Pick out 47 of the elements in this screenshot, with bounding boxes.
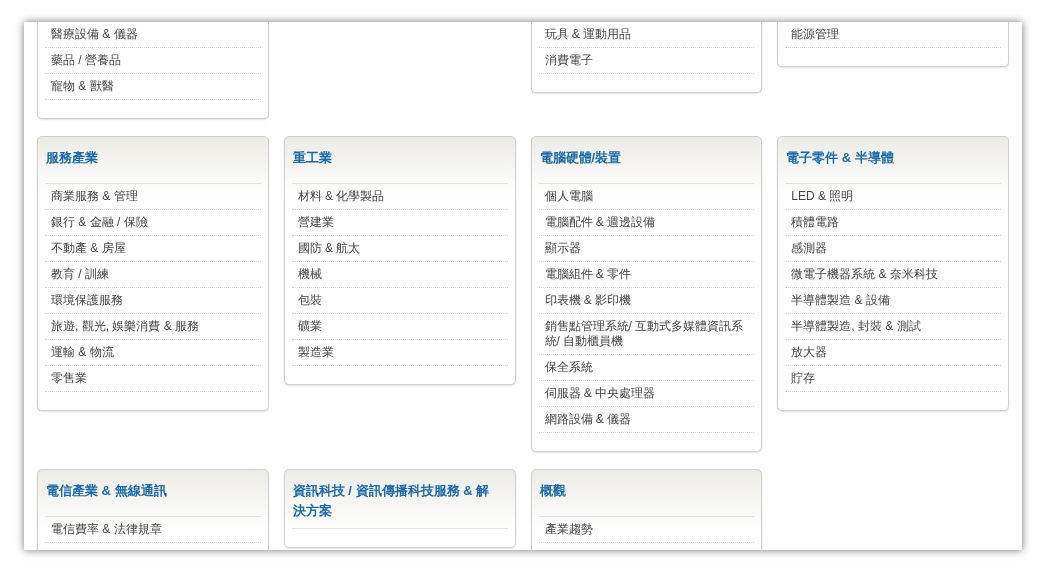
category-link[interactable]: 積體電路 xyxy=(791,215,840,230)
category-link[interactable]: 顯示器 xyxy=(544,241,581,256)
category-link[interactable]: 玩具 & 運動用品 xyxy=(544,27,632,42)
category-title[interactable]: 服務產業 xyxy=(46,148,245,168)
category-link[interactable]: 環境保護服務 xyxy=(51,293,123,308)
category-link[interactable]: 電信費率 & 法律規章 xyxy=(51,522,162,537)
category-link[interactable]: 消費電子 xyxy=(544,53,593,68)
category-link[interactable]: 銷售點管理系統/ 互動式多媒體資訊系統/ 自動櫃員機 xyxy=(544,319,749,349)
category-link[interactable]: 材料 & 化學製品 xyxy=(297,189,385,204)
category-title[interactable]: 資訊科技 / 資訊傳播科技服務 & 解決方案 xyxy=(292,481,492,521)
category-link[interactable]: 保全系統 xyxy=(544,360,593,375)
category-title[interactable]: 電子零件 & 半導體 xyxy=(786,148,985,168)
category-title[interactable]: 電腦硬體/裝置 xyxy=(539,148,739,168)
category-link[interactable]: 半導體製造 & 設備 xyxy=(791,293,890,308)
category-link[interactable]: 電腦配件 & 週邊設備 xyxy=(544,215,656,230)
category-link[interactable]: 醫療設備 & 儀器 xyxy=(51,27,138,42)
category-link[interactable]: 個人電腦 xyxy=(544,189,593,204)
category-link[interactable]: 網路設備 & 儀器 xyxy=(544,412,632,427)
category-link[interactable]: 伺服器 & 中央處理器 xyxy=(544,386,656,401)
category-link[interactable]: 教育 / 訓練 xyxy=(51,267,109,282)
category-link[interactable]: 製造業 xyxy=(297,345,334,360)
category-link[interactable]: 零售業 xyxy=(51,371,87,386)
category-link[interactable]: 產業趨勢 xyxy=(544,522,593,537)
category-link[interactable]: 藥品 / 營養品 xyxy=(51,53,121,68)
category-link[interactable]: 貯存 xyxy=(791,371,816,386)
category-link[interactable]: 能源管理 xyxy=(791,27,840,42)
category-link[interactable]: 包裝 xyxy=(297,293,322,308)
category-link[interactable]: 國防 & 航太 xyxy=(297,241,361,256)
category-link[interactable]: 微電子機器系統 & 奈米科技 xyxy=(791,267,938,282)
category-link[interactable]: 旅遊, 觀光, 娛樂消費 & 服務 xyxy=(51,319,199,334)
category-link[interactable]: 礦業 xyxy=(297,319,322,334)
category-link[interactable]: 電腦組件 & 零件 xyxy=(544,267,632,282)
category-link[interactable]: 銀行 & 金融 / 保險 xyxy=(51,215,148,230)
category-link[interactable]: 商業服務 & 管理 xyxy=(51,189,138,204)
category-title[interactable]: 電信產業 & 無線通訊 xyxy=(46,481,245,501)
category-link[interactable]: 不動產 & 房屋 xyxy=(51,241,126,256)
category-link[interactable]: 營建業 xyxy=(297,215,334,230)
category-link[interactable]: 感測器 xyxy=(791,241,828,256)
category-link[interactable]: 寵物 & 獸醫 xyxy=(51,79,114,94)
category-link[interactable]: 半導體製造, 封裝 & 測試 xyxy=(791,319,921,334)
category-link[interactable]: 印表機 & 影印機 xyxy=(544,293,632,308)
category-title[interactable]: 重工業 xyxy=(292,148,492,168)
category-link[interactable]: LED & 照明 xyxy=(791,189,854,204)
category-link[interactable]: 機械 xyxy=(297,267,322,282)
category-link[interactable]: 運輸 & 物流 xyxy=(51,345,114,360)
category-link[interactable]: 放大器 xyxy=(791,345,828,360)
category-title[interactable]: 概觀 xyxy=(539,481,739,501)
